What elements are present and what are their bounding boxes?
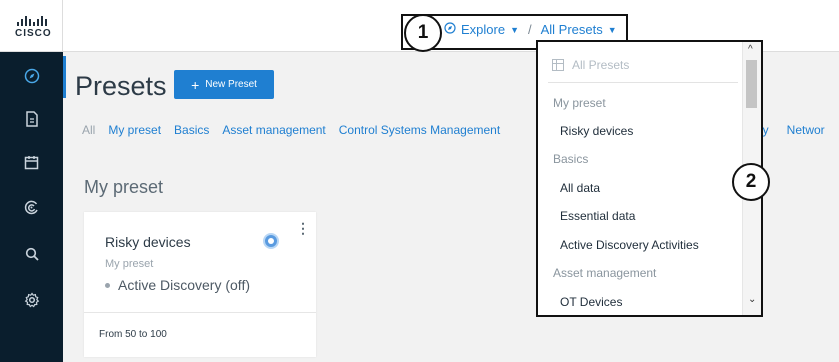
section-title: My preset [84,177,164,197]
preset-card[interactable]: Risky devices My preset Active Discovery… [84,212,316,357]
new-preset-button[interactable]: + New Preset [174,70,274,99]
callout-2: 2 [732,163,770,201]
dropdown-search[interactable]: All Presets [552,58,629,72]
filter-network[interactable]: Networ [787,123,825,137]
cisco-logo: CISCO [0,0,63,52]
sidebar [0,0,63,362]
settings-icon[interactable] [0,282,63,318]
card-divider [84,312,316,313]
dropdown-option-ot-devices[interactable]: OT Devices [538,295,743,309]
new-preset-label: New Preset [205,79,257,90]
radar-icon[interactable] [0,189,63,225]
explore-compass-icon [444,22,456,37]
document-icon[interactable] [0,101,63,137]
filter-basics[interactable]: Basics [174,123,209,137]
filter-my-preset[interactable]: My preset [108,123,161,137]
scroll-down-icon[interactable]: ⌄ [748,294,756,305]
card-title: Risky devices [105,234,191,250]
dropdown-search-placeholder: All Presets [572,58,630,72]
dropdown-group-my-preset: My preset [553,96,606,110]
filter-asset-management[interactable]: Asset management [222,123,325,137]
presets-dropdown-icon[interactable]: ▼ [608,25,617,35]
dropdown-option-risky-devices[interactable]: Risky devices [538,124,743,138]
dropdown-divider [548,82,738,83]
search-icon[interactable] [0,236,63,272]
dropdown-option-all-data[interactable]: All data [538,181,743,195]
calendar-icon[interactable] [0,144,63,180]
filter-all[interactable]: All [82,123,95,137]
shared-badge-icon [263,233,279,249]
dropdown-group-basics: Basics [553,152,589,166]
scroll-thumb[interactable] [746,60,757,108]
breadcrumb: Explore ▼ / All Presets ▼ [444,22,617,37]
explore-dropdown-icon[interactable]: ▼ [510,25,519,35]
callout-1: 1 [404,14,442,52]
more-options-icon[interactable]: ⋮ [296,220,310,237]
page-title: Presets [75,71,167,101]
card-subtitle: My preset [105,258,154,270]
compass-icon[interactable] [0,58,63,94]
card-footer: From 50 to 100 [99,329,167,340]
filter-control-systems[interactable]: Control Systems Management [339,123,500,137]
breadcrumb-separator: / [528,22,532,37]
scroll-up-icon[interactable]: ^ [748,44,753,55]
preset-filters: All My preset Basics Asset management Co… [82,123,500,137]
status-dot-icon [105,282,110,288]
dropdown-group-asset-management: Asset management [553,266,657,280]
card-status-text: Active Discovery (off) [118,277,250,293]
active-indicator [63,56,66,98]
logo-text: CISCO [15,28,52,39]
plus-icon: + [191,76,200,93]
dropdown-option-essential-data[interactable]: Essential data [538,209,743,223]
grid-icon [552,59,564,71]
card-status: Active Discovery (off) [105,277,250,293]
dropdown-option-active-discovery[interactable]: Active Discovery Activities [538,238,743,252]
presets-dropdown: All Presets My preset Risky devices Basi… [536,40,763,317]
explore-link[interactable]: Explore [461,22,505,37]
logo-bars-icon [17,16,47,26]
all-presets-link[interactable]: All Presets [541,22,603,37]
